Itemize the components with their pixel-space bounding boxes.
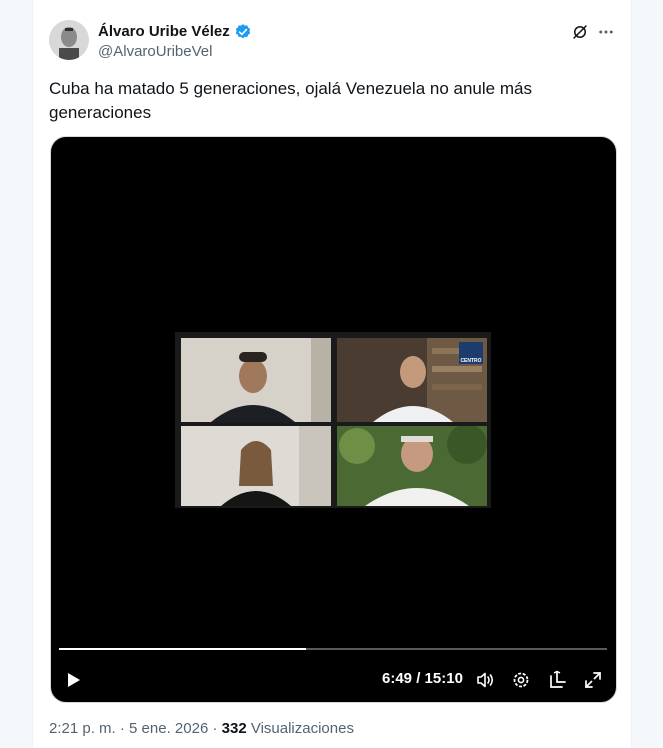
- views-label: Visualizaciones: [246, 720, 354, 737]
- grok-icon[interactable]: [570, 22, 590, 42]
- video-frame: CENTRO: [175, 332, 491, 508]
- tweet-meta: 2:21 p. m. · 5 ene. 2026 · 332 Visualiza…: [49, 720, 354, 738]
- author-handle[interactable]: @AlvaroUribeVel: [98, 43, 212, 61]
- play-icon[interactable]: [63, 670, 83, 690]
- video-controls: 6:49 / 15:10: [51, 662, 616, 696]
- video-current-time: 6:49: [382, 670, 413, 687]
- video-participant-tile: [181, 338, 331, 422]
- tweet-time[interactable]: 2:21 p. m.: [49, 720, 116, 737]
- meta-separator: ·: [115, 720, 130, 737]
- settings-icon[interactable]: [511, 670, 531, 690]
- views-count: 332: [221, 720, 247, 737]
- video-participant-tile: [181, 426, 331, 506]
- meta-separator: ·: [208, 720, 222, 737]
- video-time-display: 6:49 / 15:10: [382, 670, 463, 688]
- tweet-text: Cuba ha matado 5 generaciones, ojalá Ven…: [49, 79, 532, 122]
- volume-icon[interactable]: [475, 670, 495, 690]
- video-progress-fill: [59, 648, 306, 650]
- time-separator: /: [412, 670, 425, 687]
- avatar[interactable]: [49, 20, 89, 60]
- author-name[interactable]: Álvaro Uribe Vélez: [98, 23, 230, 41]
- video-participant-tile: [337, 426, 487, 506]
- more-options-icon[interactable]: [596, 22, 616, 42]
- tweet-card: Álvaro Uribe Vélez @AlvaroUribeVel Cuba …: [32, 0, 632, 748]
- overlay-logo-text: CENTRO: [460, 358, 481, 364]
- author-name-row[interactable]: Álvaro Uribe Vélez: [98, 23, 252, 41]
- pip-icon[interactable]: [548, 670, 568, 690]
- verified-badge-icon: [234, 23, 252, 41]
- video-player[interactable]: CENTRO 6:49 / 15:10: [50, 136, 617, 703]
- tweet-date[interactable]: 5 ene. 2026: [129, 720, 208, 737]
- fullscreen-icon[interactable]: [583, 670, 603, 690]
- video-participant-tile: CENTRO: [337, 338, 487, 422]
- video-duration: 15:10: [424, 670, 463, 687]
- video-progress-bar[interactable]: [59, 648, 607, 650]
